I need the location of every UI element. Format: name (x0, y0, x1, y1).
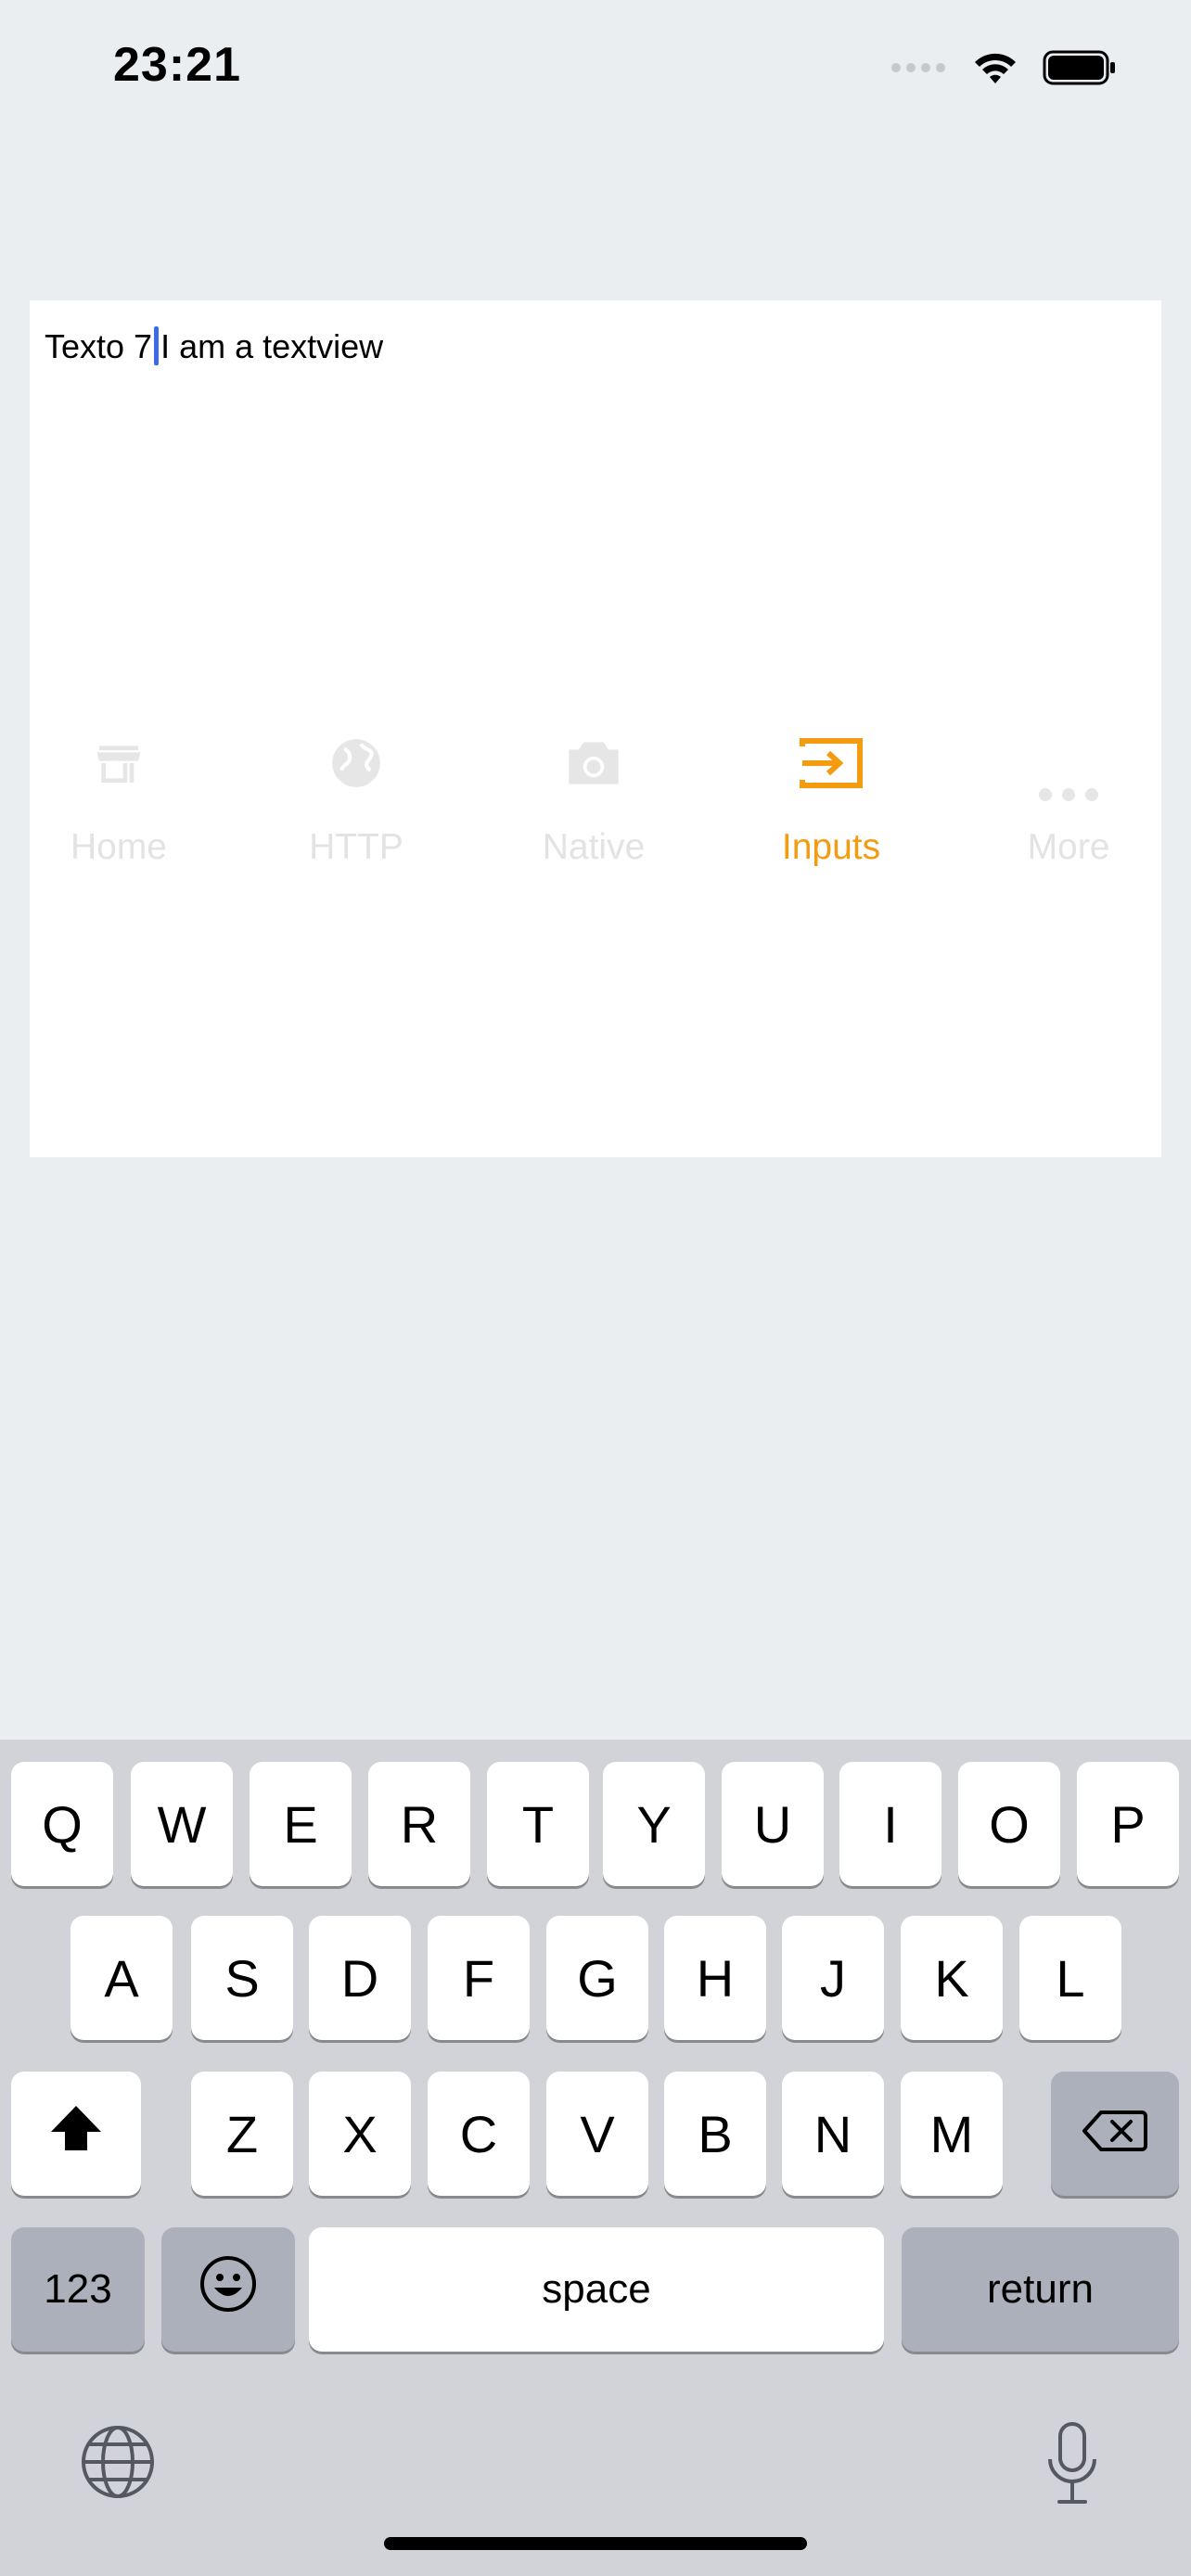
key-s[interactable]: S (191, 1916, 293, 2040)
status-icons (890, 46, 1117, 93)
key-f[interactable]: F (428, 1916, 530, 2040)
key-r[interactable]: R (368, 1762, 470, 1886)
key-b[interactable]: B (664, 2072, 766, 2196)
shift-key[interactable] (11, 2072, 141, 2196)
tab-label-inputs: Inputs (781, 827, 881, 867)
key-n[interactable]: N (782, 2072, 884, 2196)
input-icon (799, 735, 864, 796)
space-key[interactable]: space (309, 2227, 884, 2352)
text-before-caret: Texto 7 (45, 327, 153, 365)
globe-icon[interactable] (80, 2424, 156, 2505)
tab-http[interactable]: HTTP (237, 723, 475, 868)
return-key[interactable]: return (902, 2227, 1179, 2352)
emoji-icon (198, 2254, 258, 2326)
key-q[interactable]: Q (11, 1762, 113, 1886)
tab-label-more: More (1027, 827, 1110, 867)
store-icon (93, 737, 145, 794)
key-p[interactable]: P (1077, 1762, 1179, 1886)
home-indicator (384, 2537, 807, 2550)
wifi-icon (972, 50, 1018, 90)
key-u[interactable]: U (722, 1762, 824, 1886)
camera-icon (564, 737, 623, 794)
emoji-key[interactable] (161, 2227, 295, 2352)
key-y[interactable]: Y (603, 1762, 705, 1886)
tab-inputs[interactable]: Inputs (712, 723, 950, 868)
text-view-content[interactable]: Texto 7I am a textview (45, 326, 383, 366)
numbers-key[interactable]: 123 (11, 2227, 145, 2352)
key-v[interactable]: V (546, 2072, 648, 2196)
text-after-caret: I am a textview (160, 327, 384, 365)
microphone-icon[interactable] (1044, 2420, 1100, 2510)
key-x[interactable]: X (309, 2072, 411, 2196)
key-i[interactable]: I (839, 1762, 941, 1886)
tab-more[interactable]: More (950, 723, 1187, 868)
key-j[interactable]: J (782, 1916, 884, 2040)
more-dots-icon (1038, 787, 1099, 807)
key-c[interactable]: C (428, 2072, 530, 2196)
key-e[interactable]: E (250, 1762, 352, 1886)
key-o[interactable]: O (958, 1762, 1060, 1886)
key-g[interactable]: G (546, 1916, 648, 2040)
status-time: 23:21 (113, 38, 241, 92)
tab-native[interactable]: Native (475, 723, 712, 868)
key-t[interactable]: T (487, 1762, 589, 1886)
backspace-key[interactable] (1051, 2072, 1179, 2196)
signal-dots-icon (890, 61, 948, 79)
backspace-icon (1082, 2104, 1147, 2164)
battery-icon (1043, 50, 1117, 90)
key-w[interactable]: W (131, 1762, 233, 1886)
key-a[interactable]: A (70, 1916, 173, 2040)
keyboard: Q W E R T Y U I O P A S D F G H J K L Z … (0, 1740, 1191, 2576)
key-d[interactable]: D (309, 1916, 411, 2040)
key-m[interactable]: M (901, 2072, 1003, 2196)
status-bar: 23:21 (0, 0, 1191, 139)
key-k[interactable]: K (901, 1916, 1003, 2040)
key-z[interactable]: Z (191, 2072, 293, 2196)
key-h[interactable]: H (664, 1916, 766, 2040)
tab-label-http: HTTP (309, 827, 403, 867)
key-l[interactable]: L (1019, 1916, 1121, 2040)
tab-bar: Home HTTP Native Inputs More (0, 723, 1191, 909)
globe-icon (327, 734, 385, 797)
tab-label-native: Native (542, 827, 646, 867)
tab-label-home: Home (70, 827, 168, 867)
text-caret (154, 326, 160, 365)
tab-home[interactable]: Home (0, 723, 237, 868)
shift-icon (49, 2104, 103, 2164)
